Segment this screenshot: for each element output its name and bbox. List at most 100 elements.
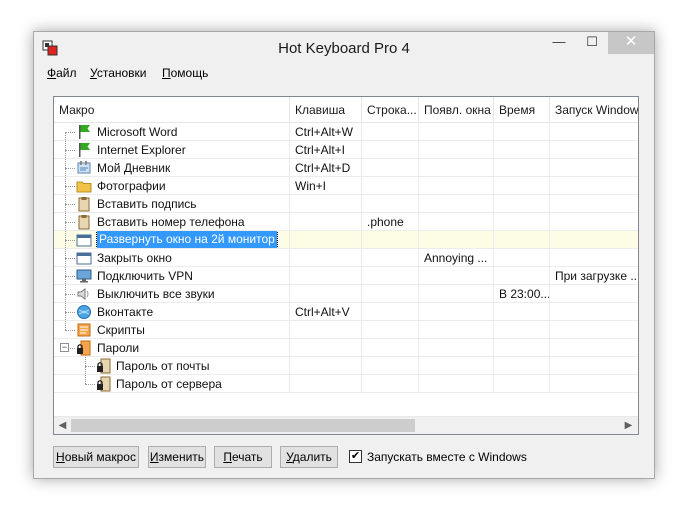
cell-window[interactable]: Annoying ... [419, 249, 494, 267]
delete-button[interactable]: Удалить [280, 446, 338, 468]
table-row[interactable]: Закрыть окно Annoying ... [54, 249, 638, 267]
cell-key[interactable] [290, 249, 362, 267]
cell-startup[interactable]: При загрузке ... [550, 267, 638, 285]
table-row[interactable]: Фотографии Win+I [54, 177, 638, 195]
cell-time[interactable] [494, 321, 550, 339]
cell-window[interactable] [419, 267, 494, 285]
cell-string[interactable] [362, 267, 419, 285]
menu-settings[interactable]: Установки [90, 66, 147, 80]
cell-time[interactable] [494, 195, 550, 213]
cell-string[interactable] [362, 141, 419, 159]
close-button[interactable]: ✕ [608, 32, 654, 54]
cell-key[interactable] [290, 375, 362, 393]
edit-button[interactable]: Изменить [148, 446, 206, 468]
minimize-button[interactable]: — [544, 32, 574, 54]
table-row[interactable]: Мой Дневник Ctrl+Alt+D [54, 159, 638, 177]
cell-key[interactable] [290, 213, 362, 231]
table-row[interactable]: Вставить номер телефона .phone [54, 213, 638, 231]
cell-window[interactable] [419, 159, 494, 177]
macro-list[interactable]: Макро Клавиша Строка... Появл. окна Врем… [53, 96, 639, 435]
table-row[interactable]: Microsoft Word Ctrl+Alt+W [54, 123, 638, 141]
autostart-label[interactable]: Запускать вместе с Windows [367, 450, 527, 464]
cell-startup[interactable] [550, 249, 638, 267]
cell-window[interactable] [419, 375, 494, 393]
new-macro-button[interactable]: Новый макрос [53, 446, 139, 468]
cell-key[interactable] [290, 339, 362, 357]
cell-startup[interactable] [550, 177, 638, 195]
cell-key[interactable]: Win+I [290, 177, 362, 195]
cell-key[interactable]: Ctrl+Alt+V [290, 303, 362, 321]
cell-startup[interactable] [550, 303, 638, 321]
cell-window[interactable] [419, 213, 494, 231]
cell-macro[interactable]: Пароль от сервера [54, 375, 290, 393]
cell-string[interactable] [362, 285, 419, 303]
cell-macro[interactable]: Скрипты [54, 321, 290, 339]
cell-window[interactable] [419, 195, 494, 213]
cell-key[interactable] [290, 321, 362, 339]
table-row[interactable]: Подключить VPN При загрузке ... [54, 267, 638, 285]
cell-macro[interactable]: Пароль от почты [54, 357, 290, 375]
cell-startup[interactable] [550, 339, 638, 357]
cell-macro[interactable]: Выключить все звуки [54, 285, 290, 303]
cell-string[interactable] [362, 231, 419, 249]
cell-key[interactable] [290, 231, 362, 249]
cell-window[interactable] [419, 303, 494, 321]
cell-time[interactable] [494, 267, 550, 285]
cell-macro[interactable]: Подключить VPN [54, 267, 290, 285]
table-row[interactable]: Вставить подпись [54, 195, 638, 213]
cell-startup[interactable] [550, 159, 638, 177]
title-bar[interactable]: Hot Keyboard Pro 4 — ☐ ✕ [34, 32, 654, 63]
column-startup[interactable]: Запуск Windows [550, 97, 638, 123]
cell-string[interactable] [362, 159, 419, 177]
cell-key[interactable] [290, 267, 362, 285]
scroll-left-icon[interactable]: ◀ [54, 417, 71, 434]
cell-startup[interactable] [550, 141, 638, 159]
table-row[interactable]: Пароль от почты [54, 357, 638, 375]
cell-time[interactable]: В 23:00... [494, 285, 550, 303]
cell-string[interactable] [362, 357, 419, 375]
cell-time[interactable] [494, 123, 550, 141]
cell-time[interactable] [494, 357, 550, 375]
cell-startup[interactable] [550, 195, 638, 213]
cell-macro[interactable]: Развернуть окно на 2й монитор [54, 231, 290, 249]
cell-time[interactable] [494, 339, 550, 357]
cell-time[interactable] [494, 213, 550, 231]
cell-macro[interactable]: − Пароли [54, 339, 290, 357]
column-key[interactable]: Клавиша [290, 97, 362, 123]
table-row[interactable]: − Пароли [54, 339, 638, 357]
table-row[interactable]: Вконтакте Ctrl+Alt+V [54, 303, 638, 321]
cell-startup[interactable] [550, 285, 638, 303]
cell-string[interactable] [362, 339, 419, 357]
cell-key[interactable]: Ctrl+Alt+W [290, 123, 362, 141]
cell-window[interactable] [419, 285, 494, 303]
table-row[interactable]: Скрипты [54, 321, 638, 339]
cell-window[interactable] [419, 123, 494, 141]
cell-macro[interactable]: Мой Дневник [54, 159, 290, 177]
cell-macro[interactable]: Вконтакте [54, 303, 290, 321]
table-row[interactable]: Развернуть окно на 2й монитор [54, 231, 638, 249]
cell-string[interactable] [362, 303, 419, 321]
scroll-thumb[interactable] [71, 419, 415, 432]
autostart-checkbox[interactable]: ✔ [349, 450, 362, 463]
cell-string[interactable] [362, 321, 419, 339]
cell-time[interactable] [494, 177, 550, 195]
cell-key[interactable] [290, 357, 362, 375]
cell-startup[interactable] [550, 231, 638, 249]
cell-macro[interactable]: Вставить номер телефона [54, 213, 290, 231]
cell-string[interactable]: .phone [362, 213, 419, 231]
column-window[interactable]: Появл. окна [419, 97, 494, 123]
cell-startup[interactable] [550, 123, 638, 141]
table-row[interactable]: Выключить все звуки В 23:00... [54, 285, 638, 303]
cell-time[interactable] [494, 141, 550, 159]
cell-key[interactable] [290, 195, 362, 213]
cell-string[interactable] [362, 249, 419, 267]
cell-window[interactable] [419, 177, 494, 195]
cell-macro[interactable]: Фотографии [54, 177, 290, 195]
cell-key[interactable] [290, 285, 362, 303]
maximize-button[interactable]: ☐ [577, 32, 607, 54]
cell-time[interactable] [494, 303, 550, 321]
table-row[interactable]: Internet Explorer Ctrl+Alt+I [54, 141, 638, 159]
column-time[interactable]: Время [494, 97, 550, 123]
cell-macro[interactable]: Закрыть окно [54, 249, 290, 267]
table-row[interactable]: Пароль от сервера [54, 375, 638, 393]
